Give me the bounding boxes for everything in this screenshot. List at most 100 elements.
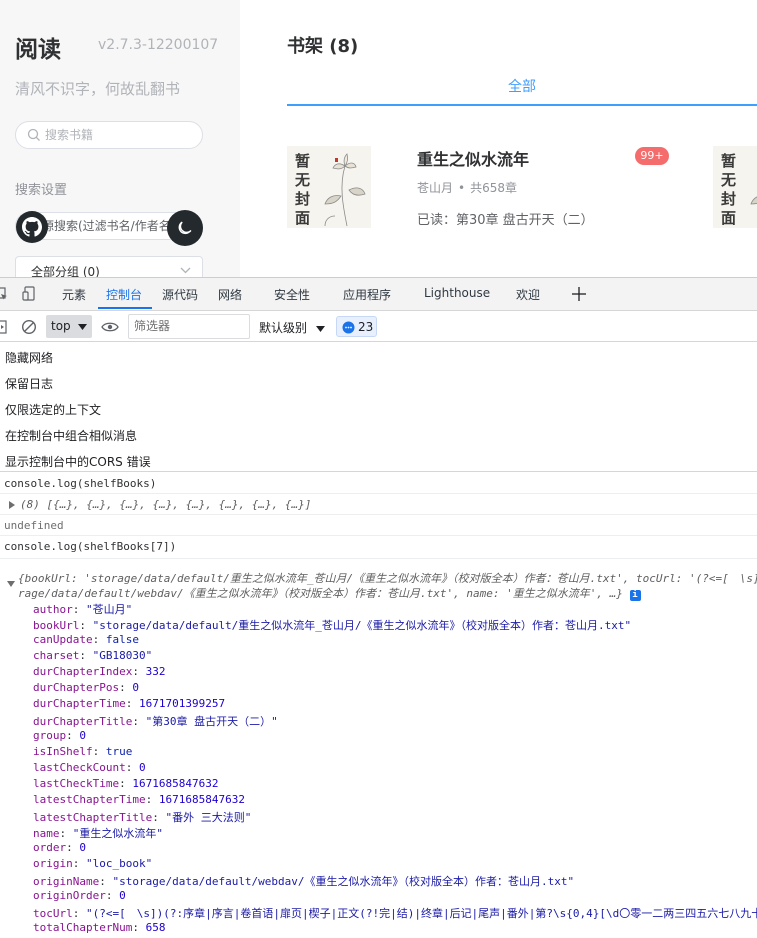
console-filter-input[interactable] — [134, 319, 244, 333]
property-key: bookUrl — [33, 619, 80, 632]
tab-console[interactable]: 控制台 — [106, 286, 142, 303]
property-value: "storage/data/default/重生之似水流年_苍山月/《重生之似水… — [92, 619, 632, 632]
property-value: 0 — [132, 681, 139, 694]
tab-welcome[interactable]: 欢迎 — [516, 286, 540, 303]
log-levels-select[interactable]: 默认级别 — [259, 319, 325, 336]
setting-preserve-log[interactable]: 保留日志 — [5, 375, 53, 392]
property-value: "第30章 盘古开天（二）" — [145, 715, 278, 728]
property-colon: : — [105, 889, 120, 902]
property-key: totalChapterNum — [33, 921, 133, 934]
book-title[interactable]: 重生之似水流年 — [417, 146, 529, 170]
setting-hide-network[interactable]: 隐藏网络 — [5, 349, 53, 366]
command-text: console.log(shelfBooks) — [4, 477, 157, 490]
property-row: originName: "storage/data/default/webdav… — [33, 873, 574, 889]
tab-sources[interactable]: 源代码 — [162, 286, 198, 303]
property-colon: : — [59, 827, 73, 840]
tab-application[interactable]: 应用程序 — [343, 286, 391, 303]
dark-mode-toggle[interactable] — [167, 210, 203, 246]
search-settings-label: 搜索设置 — [15, 183, 68, 198]
property-value: 1671685847632 — [158, 793, 245, 806]
property-value: 0 — [138, 761, 146, 774]
clear-console-icon[interactable] — [21, 319, 37, 335]
property-row: origin: "loc_book" — [33, 857, 152, 870]
property-colon: : — [152, 811, 166, 824]
console-command-1: console.log(shelfBooks) — [0, 473, 757, 494]
property-colon: : — [92, 745, 106, 758]
property-colon: : — [119, 777, 133, 790]
collapse-triangle-icon[interactable] — [7, 580, 15, 588]
property-row: durChapterIndex: 332 — [33, 665, 165, 678]
caret-down-icon — [315, 326, 325, 332]
property-value: "重生之似水流年" — [72, 827, 163, 840]
log-levels-label: 默认级别 — [259, 321, 308, 335]
book-cover[interactable]: 暂无封面 — [287, 146, 371, 228]
property-key: durChapterTitle — [33, 715, 133, 728]
tab-elements[interactable]: 元素 — [62, 286, 86, 303]
property-key: latestChapterTitle — [33, 811, 153, 824]
bookshelf-main: 书架 (8) 全部 暂无封面 重生之似水流年 99+ 苍山月 • 共658章 已… — [240, 0, 757, 277]
sidebar: 阅读 v2.7.3-12200107 清风不识字，何故乱翻书 搜索设置 全部分 — [0, 0, 240, 277]
expanded-object: {bookUrl: 'storage/data/default/重生之似水流年_… — [0, 559, 757, 938]
property-row: latestChapterTime: 1671685847632 — [33, 793, 245, 806]
sidebar-toggle-icon[interactable] — [0, 320, 8, 334]
property-colon: : — [132, 921, 146, 934]
object-summary-line-2: rage/data/default/webdav/《重生之似水流年》（校对版全本… — [18, 585, 641, 601]
property-key: tocUrl — [33, 907, 73, 920]
property-key: name — [33, 827, 60, 840]
property-row: lastCheckTime: 1671685847632 — [33, 777, 218, 790]
property-colon: : — [79, 649, 93, 662]
moon-icon — [178, 221, 192, 235]
console-toolbar: top 默认级别 23 — [0, 312, 757, 342]
property-value: true — [105, 745, 133, 758]
property-value: false — [105, 633, 139, 646]
tab-network[interactable]: 网络 — [218, 286, 242, 303]
tab-active-indicator — [287, 104, 757, 106]
book-search-box[interactable] — [15, 121, 203, 149]
property-key: originName — [33, 875, 100, 888]
property-colon: : — [119, 681, 133, 694]
property-value: 0 — [79, 841, 86, 854]
device-toolbar-icon[interactable] — [22, 286, 38, 302]
caret-down-icon — [78, 324, 87, 330]
live-expression-eye-icon[interactable] — [101, 321, 119, 333]
property-key: durChapterTime — [33, 697, 126, 710]
group-select-value: 全部分组 (0) — [31, 265, 100, 277]
property-value: "苍山月" — [86, 603, 133, 616]
message-count: 23 — [358, 320, 374, 334]
property-key: originOrder — [33, 889, 106, 902]
book-chapter-count: 共658章 — [470, 181, 517, 195]
object-summary-line-1: {bookUrl: 'storage/data/default/重生之似水流年_… — [18, 572, 757, 585]
book-author: 苍山月 — [417, 181, 454, 195]
property-value: "storage/data/default/webdav/《重生之似水流年》（校… — [112, 875, 575, 888]
property-row: order: 0 — [33, 841, 86, 854]
expand-triangle-icon[interactable] — [8, 501, 16, 509]
setting-selected-context-only[interactable]: 仅限选定的上下文 — [5, 401, 101, 418]
context-select[interactable]: top — [46, 315, 92, 338]
info-icon[interactable]: i — [629, 590, 641, 601]
tab-lighthouse[interactable]: Lighthouse — [424, 286, 490, 300]
property-colon: : — [72, 603, 86, 616]
lotus-painting-icon — [324, 153, 366, 227]
inspect-element-icon[interactable] — [0, 287, 8, 301]
group-select[interactable]: 全部分组 (0) — [15, 256, 203, 277]
property-key: lastCheckCount — [33, 761, 126, 774]
source-search-input[interactable] — [30, 216, 180, 236]
property-key: origin — [33, 857, 73, 870]
tab-security[interactable]: 安全性 — [274, 286, 310, 303]
console-output-1[interactable]: (8) [{…}, {…}, {…}, {…}, {…}, {…}, {…}, … — [0, 494, 757, 515]
tab-all[interactable]: 全部 — [287, 70, 757, 106]
search-icon — [27, 128, 40, 141]
book-search-input[interactable] — [45, 125, 195, 145]
property-key: isInShelf — [33, 745, 93, 758]
message-count-badge[interactable]: 23 — [336, 316, 377, 337]
github-button[interactable] — [16, 211, 48, 243]
setting-show-cors-errors[interactable]: 显示控制台中的CORS 错误 — [5, 453, 151, 470]
console-settings-pane: 隐藏网络 保留日志 仅限选定的上下文 在控制台中组合相似消息 显示控制台中的CO… — [0, 342, 757, 472]
property-row: bookUrl: "storage/data/default/重生之似水流年_苍… — [33, 617, 631, 633]
shelf-title: 书架 (8) — [287, 36, 359, 57]
app-slogan: 清风不识字，何故乱翻书 — [15, 80, 181, 98]
console-filter-box[interactable] — [128, 314, 250, 339]
add-tab-icon[interactable] — [571, 286, 587, 302]
book-cover-2[interactable]: 暂无封面 — [713, 146, 757, 228]
setting-group-similar[interactable]: 在控制台中组合相似消息 — [5, 427, 137, 444]
